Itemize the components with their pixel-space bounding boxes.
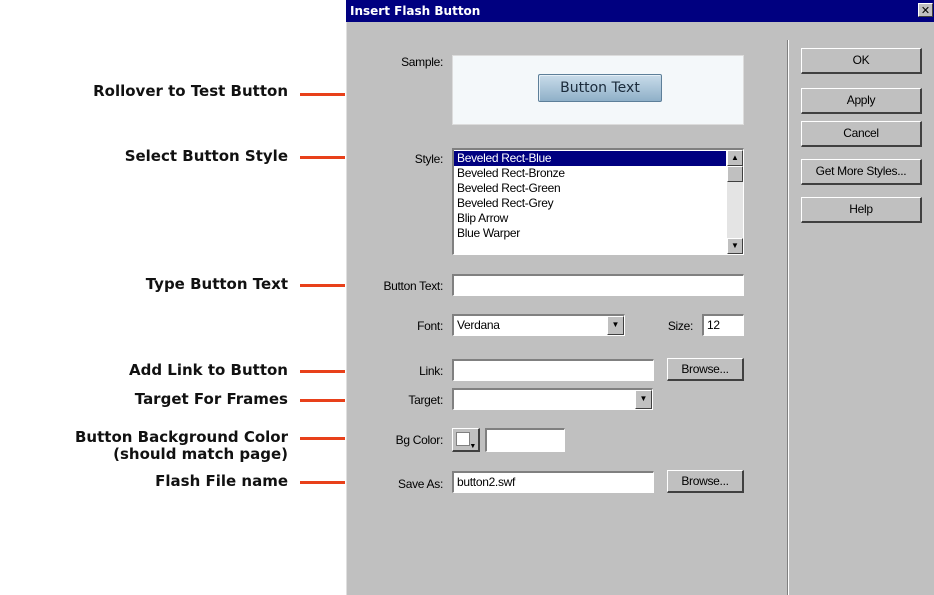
annotation-target: Target For Frames: [134, 390, 288, 408]
sample-preview: Button Text: [452, 55, 744, 125]
style-list-item[interactable]: Blue Warper: [454, 226, 726, 241]
apply-button[interactable]: Apply: [801, 88, 922, 114]
font-label: Font:: [417, 319, 443, 333]
annotation-rollover: Rollover to Test Button: [93, 82, 288, 100]
triangle-down-icon: ▼: [639, 394, 648, 403]
title-bar[interactable]: Insert Flash Button ✕: [346, 0, 934, 22]
style-list-item[interactable]: Beveled Rect-Blue: [454, 151, 726, 166]
color-swatch: [456, 432, 470, 446]
vertical-separator: [787, 40, 789, 595]
bg-color-input[interactable]: [485, 428, 565, 452]
size-input[interactable]: 12: [702, 314, 744, 336]
annotation-filename: Flash File name: [155, 472, 288, 490]
triangle-up-icon: ▲: [731, 153, 739, 162]
dialog-title: Insert Flash Button: [350, 4, 481, 18]
annotation-button-text: Type Button Text: [145, 275, 288, 293]
target-label: Target:: [408, 393, 443, 407]
annotation-bgcolor: Button Background Color (should match pa…: [75, 429, 288, 463]
style-list-item[interactable]: Beveled Rect-Grey: [454, 196, 726, 211]
triangle-down-icon: ▼: [469, 443, 476, 450]
annotation-bgcolor-line2: (should match page): [113, 445, 288, 463]
font-select[interactable]: Verdana ▼: [452, 314, 625, 336]
scroll-down-button[interactable]: ▼: [727, 238, 743, 254]
save-as-label: Save As:: [398, 477, 443, 491]
close-icon: ✕: [920, 4, 931, 17]
button-text-label: Button Text:: [383, 279, 443, 293]
link-input[interactable]: [452, 359, 654, 381]
ok-button[interactable]: OK: [801, 48, 922, 74]
insert-flash-button-dialog: Insert Flash Button ✕ Sample: Button Tex…: [345, 0, 934, 595]
get-more-styles-button[interactable]: Get More Styles...: [801, 159, 922, 185]
triangle-down-icon: ▼: [731, 241, 739, 250]
style-list-scrollbar[interactable]: ▲ ▼: [727, 150, 743, 254]
style-listbox[interactable]: Beveled Rect-Blue Beveled Rect-Bronze Be…: [452, 148, 744, 255]
save-as-browse-button[interactable]: Browse...: [667, 470, 744, 493]
annotation-link: Add Link to Button: [128, 361, 288, 379]
font-dropdown-button[interactable]: ▼: [607, 316, 624, 335]
triangle-down-icon: ▼: [611, 320, 620, 329]
annotation-style: Select Button Style: [124, 147, 288, 165]
help-button[interactable]: Help: [801, 197, 922, 223]
style-list-item[interactable]: Beveled Rect-Green: [454, 181, 726, 196]
link-browse-button[interactable]: Browse...: [667, 358, 744, 381]
style-label: Style:: [414, 152, 444, 166]
bg-color-label: Bg Color:: [395, 433, 444, 447]
sample-flash-button[interactable]: Button Text: [538, 74, 662, 102]
close-button[interactable]: ✕: [918, 3, 933, 17]
scroll-up-button[interactable]: ▲: [727, 150, 743, 166]
target-dropdown-button[interactable]: ▼: [635, 390, 652, 409]
button-text-input[interactable]: [452, 274, 744, 296]
size-label: Size:: [667, 319, 693, 333]
save-as-value: button2.swf: [457, 475, 516, 489]
scroll-thumb[interactable]: [727, 166, 743, 182]
style-list-item[interactable]: Beveled Rect-Bronze: [454, 166, 726, 181]
link-label: Link:: [419, 364, 443, 378]
bg-color-swatch-button[interactable]: ▼: [452, 428, 480, 452]
sample-label: Sample:: [401, 55, 443, 69]
font-value: Verdana: [457, 318, 500, 332]
save-as-input[interactable]: button2.swf: [452, 471, 654, 493]
style-list-item[interactable]: Blip Arrow: [454, 211, 726, 226]
annotation-bgcolor-line1: Button Background Color: [75, 428, 288, 446]
cancel-button[interactable]: Cancel: [801, 121, 922, 147]
size-value: 12: [707, 318, 720, 332]
target-select[interactable]: ▼: [452, 388, 653, 410]
